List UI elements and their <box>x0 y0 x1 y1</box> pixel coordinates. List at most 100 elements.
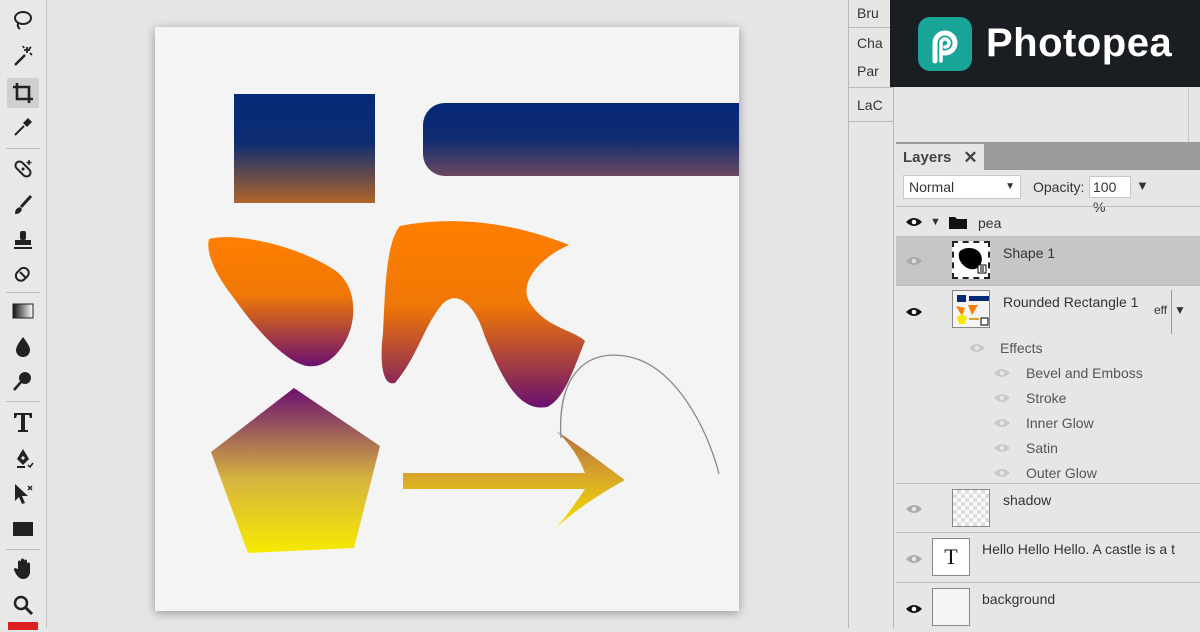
effects-header[interactable]: Effects <box>1000 340 1043 356</box>
collapsed-panels-column: Bru Cha Par LaC <box>848 0 894 628</box>
direct-select-icon <box>15 484 33 504</box>
opacity-input[interactable]: 100 % <box>1089 176 1131 215</box>
layer-row-shadow[interactable]: shadow <box>896 484 1200 533</box>
eye-hidden-icon[interactable] <box>968 342 986 354</box>
canvas-artwork <box>208 94 739 553</box>
brush-icon <box>15 194 33 214</box>
layers-panel-header: Layers ✕ <box>896 142 1200 170</box>
eyedropper-tool[interactable] <box>7 112 39 142</box>
effect-inner-glow[interactable]: Inner Glow <box>1026 415 1094 431</box>
folder-icon <box>949 217 967 229</box>
layer-row-background[interactable]: background <box>896 583 1200 632</box>
eye-visible-icon[interactable] <box>905 306 923 318</box>
brush-tool[interactable] <box>7 190 39 220</box>
dodge-tool[interactable] <box>7 366 39 396</box>
shape-thumbnail-icon <box>958 247 987 274</box>
blob-shape <box>208 237 354 367</box>
eye-hidden-icon[interactable] <box>905 553 923 565</box>
crop-icon <box>13 83 33 103</box>
magic-wand-icon <box>14 45 33 66</box>
effect-outer-glow[interactable]: Outer Glow <box>1026 465 1097 481</box>
eye-hidden-icon[interactable] <box>993 392 1011 404</box>
lasso-tool[interactable] <box>7 6 39 36</box>
drop-icon <box>16 337 30 357</box>
pen-tool[interactable] <box>7 444 39 474</box>
layer-row-text[interactable]: T Hello Hello Hello. A castle is a t <box>896 533 1200 583</box>
gradient-icon <box>12 303 34 319</box>
eye-hidden-icon[interactable] <box>993 467 1011 479</box>
brushes-panel-button[interactable]: Bru <box>849 0 893 26</box>
tools-toolbar <box>0 0 47 630</box>
path-select-tool[interactable] <box>7 479 39 509</box>
layer-thumbnail <box>952 290 990 328</box>
toolbar-divider <box>6 292 40 293</box>
toolbar-divider <box>6 549 40 550</box>
effect-stroke[interactable]: Stroke <box>1026 390 1066 406</box>
dodge-icon <box>13 372 31 391</box>
eyedropper-icon <box>14 118 32 136</box>
eye-visible-icon[interactable] <box>905 216 923 228</box>
photopea-brand-banner: Photopea <box>890 0 1200 87</box>
panel-divider <box>849 27 893 28</box>
workspace <box>47 0 847 628</box>
stamp-icon <box>14 231 32 249</box>
layers-tab[interactable]: Layers ✕ <box>896 144 984 170</box>
hand-tool[interactable] <box>7 554 39 584</box>
document-canvas[interactable] <box>155 27 739 611</box>
lasso-icon <box>14 11 32 30</box>
layer-thumbnail <box>952 241 990 279</box>
panel-divider <box>849 121 893 122</box>
opacity-dropdown-icon[interactable]: ▼ <box>1136 178 1149 193</box>
layer-name: pea <box>978 215 1002 231</box>
effects-expand-icon[interactable]: ▼ <box>1174 303 1186 317</box>
clone-stamp-tool[interactable] <box>7 225 39 255</box>
rectangle-tool[interactable] <box>7 514 39 544</box>
bandage-icon <box>14 160 32 178</box>
gradient-tool[interactable] <box>7 296 39 326</box>
layers-panel: Layers ✕ Normal ▼ Opacity: 100 % ▼ ▼ pea… <box>896 142 1200 628</box>
eraser-tool[interactable] <box>7 260 39 290</box>
layer-row-group-pea[interactable]: ▼ pea <box>896 206 1200 237</box>
character-panel-button[interactable]: Cha <box>849 30 893 56</box>
type-tool[interactable] <box>7 407 39 437</box>
wave-shape <box>381 221 585 408</box>
effects-divider <box>1171 290 1172 334</box>
eye-hidden-icon[interactable] <box>993 417 1011 429</box>
blur-tool[interactable] <box>7 331 39 361</box>
toolbar-divider <box>6 401 40 402</box>
layer-row-rounded-rectangle-1[interactable]: Rounded Rectangle 1 eff ▼ Effects Bevel … <box>896 286 1200 484</box>
layer-name: shadow <box>1003 492 1052 508</box>
layer-row-shape-1[interactable]: Shape 1 <box>896 237 1200 286</box>
healing-brush-tool[interactable] <box>7 154 39 184</box>
text-layer-icon: T <box>932 538 970 576</box>
crop-tool[interactable] <box>7 78 39 108</box>
eye-hidden-icon[interactable] <box>905 503 923 515</box>
close-icon[interactable]: ✕ <box>963 149 977 166</box>
layer-name: Hello Hello Hello. A castle is a t <box>982 541 1175 557</box>
blend-mode-select[interactable]: Normal ▼ <box>903 175 1021 199</box>
eye-hidden-icon[interactable] <box>993 367 1011 379</box>
artwork-thumbnail-icon <box>953 291 989 327</box>
eye-hidden-icon[interactable] <box>993 442 1011 454</box>
blend-mode-value: Normal <box>909 179 955 195</box>
foreground-color-swatch[interactable] <box>8 622 38 630</box>
zoom-icon <box>13 595 34 616</box>
arrow-shape <box>403 431 625 528</box>
chevron-down-icon: ▼ <box>1005 181 1015 192</box>
panel-scrollbar[interactable] <box>1188 87 1200 142</box>
layer-effects-badge[interactable]: eff <box>1154 303 1167 317</box>
rounded-rectangle-shape <box>423 103 739 176</box>
eye-hidden-icon[interactable] <box>905 255 923 267</box>
zoom-tool[interactable] <box>7 590 39 620</box>
hand-icon <box>13 558 30 579</box>
effect-bevel-emboss[interactable]: Bevel and Emboss <box>1026 365 1143 381</box>
toolbar-divider <box>6 148 40 149</box>
magic-wand-tool[interactable] <box>7 41 39 71</box>
expand-triangle-icon[interactable]: ▼ <box>930 216 941 228</box>
paragraph-panel-button[interactable]: Par <box>849 58 893 84</box>
eye-visible-icon[interactable] <box>905 603 923 615</box>
photopea-logo-icon <box>918 16 972 71</box>
effect-satin[interactable]: Satin <box>1026 440 1058 456</box>
layer-comps-panel-button[interactable]: LaC <box>849 92 893 118</box>
rectangle-icon <box>13 522 33 536</box>
